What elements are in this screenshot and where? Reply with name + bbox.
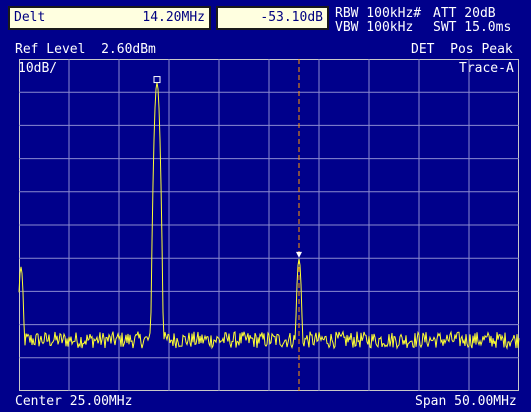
analyzer-screen: Delt 14.20MHz -53.10dB RBW 100kHz# VBW 1… [0,0,531,412]
spectrum-plot [18,59,520,391]
center-frequency: Center 25.00MHz [15,394,133,409]
delta-marker [296,251,302,258]
span-setting: Span 50.00MHz [415,394,517,409]
reference-marker [153,76,161,84]
